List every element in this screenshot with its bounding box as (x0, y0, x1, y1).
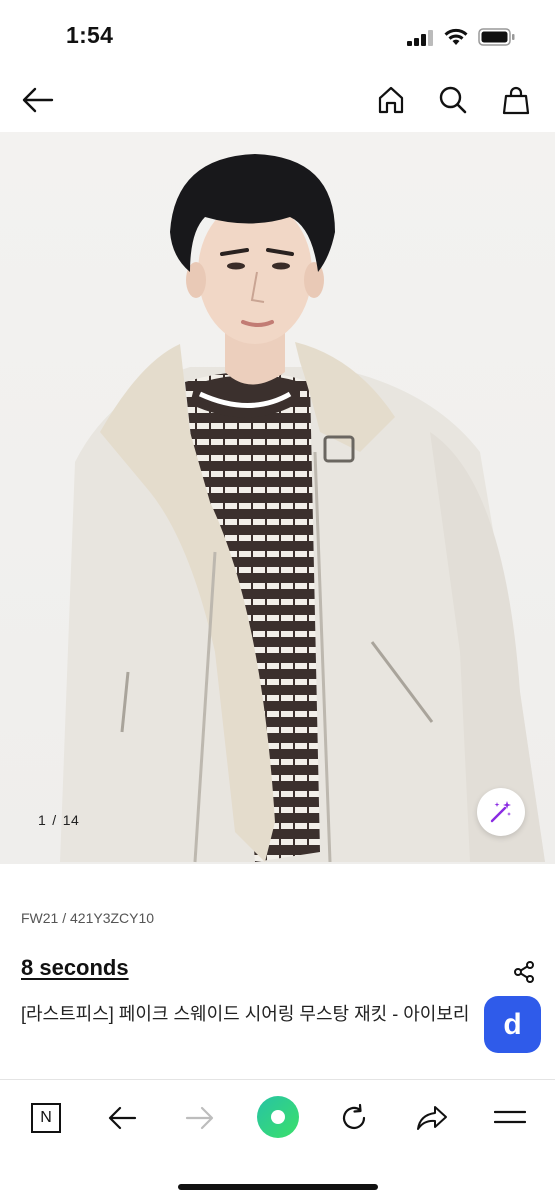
d-app-button[interactable]: d (484, 996, 541, 1053)
browser-forward-button[interactable] (180, 1098, 220, 1138)
back-arrow-icon (22, 87, 54, 113)
product-image[interactable]: 1 / 14 (0, 132, 555, 864)
menu-button[interactable] (490, 1098, 530, 1138)
status-bar: 1:54 (0, 0, 555, 70)
search-button[interactable] (435, 82, 471, 118)
back-button[interactable] (20, 82, 56, 118)
browser-toolbar: N (0, 1079, 555, 1201)
image-counter-separator: / (52, 812, 57, 828)
browser-back-button[interactable] (102, 1098, 142, 1138)
naver-n-label: N (40, 1109, 52, 1126)
green-home-dot-icon (257, 1096, 299, 1138)
magic-edit-button[interactable] (477, 788, 525, 836)
product-title: [라스트피스] 페이크 스웨이드 시어링 무스탕 재킷 - 아이보리 (21, 1004, 470, 1024)
page-share-button[interactable] (412, 1098, 452, 1138)
shopping-bag-button[interactable] (498, 82, 534, 118)
share-button[interactable] (510, 958, 538, 986)
product-code: FW21 / 421Y3ZCY10 (21, 910, 155, 926)
brand-link[interactable]: 8 seconds (21, 955, 129, 981)
image-counter-total: 14 (62, 812, 80, 828)
reload-button[interactable] (334, 1098, 374, 1138)
status-time: 1:54 (66, 22, 114, 48)
image-counter-current: 1 (38, 812, 47, 828)
wifi-icon (444, 28, 468, 45)
forward-arrow-icon (185, 1106, 214, 1130)
home-button[interactable] (373, 82, 409, 118)
menu-icon (494, 1110, 526, 1124)
shopping-bag-icon (502, 86, 530, 115)
magic-wand-icon (490, 801, 511, 823)
home-indicator[interactable] (178, 1184, 378, 1190)
image-counter: 1 / 14 (38, 812, 79, 828)
share-arrow-icon (417, 1106, 447, 1130)
green-home-button[interactable] (256, 1095, 300, 1139)
model-jacket-photo (60, 154, 545, 863)
share-icon (514, 961, 534, 983)
home-icon (378, 86, 404, 114)
battery-icon (478, 28, 515, 46)
naver-home-button[interactable]: N (26, 1098, 66, 1138)
reload-icon (342, 1103, 366, 1130)
back-arrow-icon (108, 1106, 137, 1130)
cellular-signal-icon (407, 30, 433, 46)
search-icon (439, 86, 467, 114)
top-navigation (0, 70, 555, 132)
